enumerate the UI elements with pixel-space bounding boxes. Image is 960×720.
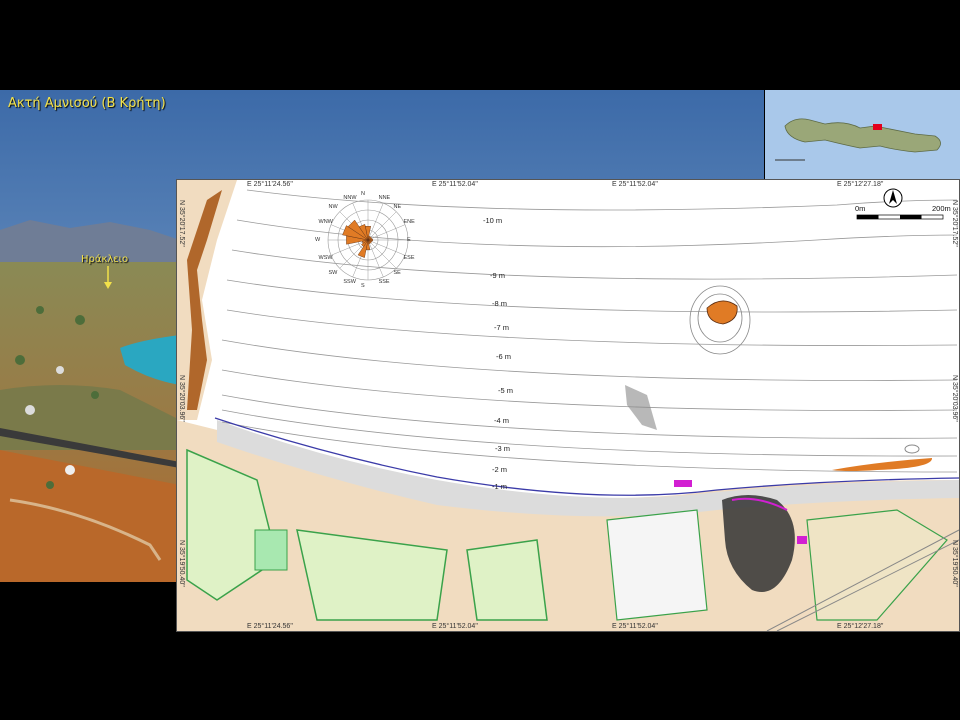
coord-bottom-1: E 25°11'24.56": [247, 623, 293, 630]
north-arrow-icon: [883, 188, 903, 208]
wind-rose-label-n: N: [361, 191, 365, 197]
wind-rose-label-e: E: [407, 237, 411, 243]
depth-label: -8 m: [492, 299, 507, 308]
wind-rose-label-sw: SW: [328, 269, 338, 276]
wind-rose-label-ne: NE: [393, 204, 402, 211]
coord-bottom-3: E 25°11'52.04": [612, 623, 658, 630]
coord-left-2: N 35°20'03.96": [178, 375, 185, 422]
photo-title: Ακτή Αμνισού (Β Κρήτη): [8, 96, 166, 111]
depth-label: -2 m: [492, 465, 507, 474]
coord-left-3: N 35°19'50.40": [178, 540, 185, 587]
scale-end-label: 200m: [932, 204, 951, 213]
coord-top-1: E 25°11'24.56": [247, 181, 293, 188]
wind-rose-label-nw: NW: [328, 204, 338, 211]
depth-label: -10 m: [483, 216, 503, 225]
crete-inset-map: [764, 90, 960, 180]
depth-label: -5 m: [498, 386, 513, 395]
coord-right-1: N 35°20'17.52": [951, 200, 958, 247]
wind-rose-label-wnw: WNW: [318, 219, 333, 226]
depth-label: -7 m: [494, 323, 509, 332]
depth-label: -4 m: [494, 416, 509, 425]
coord-top-4: E 25°12'27.18": [837, 181, 884, 188]
wind-rose-label-nnw: NNW: [343, 194, 357, 201]
coord-top-2: E 25°11'52.04": [432, 181, 478, 188]
arrow-down-icon: [104, 266, 112, 289]
islet-rock: [706, 300, 738, 325]
depth-label: -9 m: [490, 271, 505, 280]
scale-start-label: 0m: [855, 204, 866, 213]
wind-rose-label-sse: SSE: [378, 279, 390, 286]
crete-island-shape: [784, 118, 941, 153]
coord-bottom-4: E 25°12'27.18": [837, 623, 884, 630]
wind-rose-label-se: SE: [393, 269, 401, 276]
wind-rose-label-wsw: WSW: [318, 254, 333, 261]
depth-label: -1 m: [492, 482, 507, 491]
map-canvas: [177, 180, 959, 631]
wind-rose-grid: [327, 199, 409, 281]
wind-rose-label-w: W: [315, 237, 321, 243]
wind-rose-label-nne: NNE: [378, 194, 391, 201]
wind-rose-label-ene: ENE: [403, 219, 415, 226]
depth-label: -3 m: [495, 444, 510, 453]
wind-rose-label-s: S: [361, 283, 365, 289]
coord-bottom-2: E 25°11'52.04": [432, 623, 478, 630]
coord-right-2: N 35°20'03.96": [951, 375, 958, 422]
city-label: Ηράκλειο: [81, 254, 129, 265]
coord-right-3: N 35°19'50.40": [951, 540, 958, 587]
wind-rose-label-ssw: SSW: [343, 279, 356, 286]
bathymetric-map: 0m 200m E 25°11'24.56" E 25°11'52.04" E …: [176, 179, 960, 632]
scale-bar: [856, 214, 944, 220]
location-marker: [873, 124, 882, 130]
wind-rose-label-ese: ESE: [403, 254, 415, 261]
depth-label: -6 m: [496, 352, 511, 361]
coord-top-3: E 25°11'52.04": [612, 181, 658, 188]
coord-left-1: N 35°20'17.52": [178, 200, 185, 247]
